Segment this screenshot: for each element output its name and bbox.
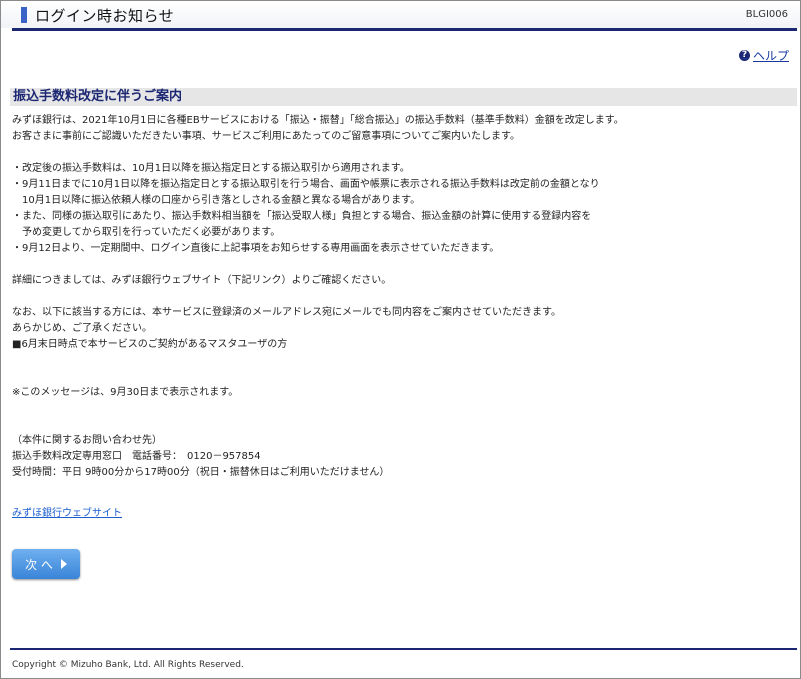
- header-divider: [12, 28, 797, 31]
- intro-line-1: みずほ銀行は、2021年10月1日に各種EBサービスにおける「振込・振替」「総合…: [12, 115, 624, 126]
- bullet-3a: ・また、同様の振込取引にあたり、振込手数料相当額を「振込受取人様」負担とする場合…: [12, 211, 592, 222]
- bullet-2a: ・9月11日までに10月1日以降を振込指定日とする振込取引を行う場合、画面や帳票…: [12, 179, 600, 190]
- section-heading: 振込手数料改定に伴うご案内: [10, 88, 797, 106]
- contact-title: （本件に関するお問い合わせ先）: [12, 435, 162, 446]
- email-note-1: なお、以下に該当する方には、本サービスに登録済のメールアドレス宛にメールでも同内…: [12, 307, 561, 318]
- copyright-text: Copyright © Mizuho Bank, Ltd. All Rights…: [12, 660, 244, 670]
- intro-line-2: お客さまに事前にご認識いただきたい事項、サービスご利用にあたってのご留意事項につ…: [12, 131, 520, 142]
- help-label: ヘルプ: [752, 49, 789, 63]
- screen-code: BLGI006: [745, 9, 788, 20]
- display-until-note: ※このメッセージは、9月30日まで表示されます。: [12, 387, 239, 398]
- footer-divider: [10, 648, 797, 650]
- page-title: ログイン時お知らせ: [35, 7, 175, 25]
- email-note-2: あらかじめ、ご了承ください。: [12, 323, 152, 334]
- triangle-right-icon: [60, 559, 67, 569]
- mizuho-website-link[interactable]: みずほ銀行ウェブサイト: [12, 504, 122, 519]
- help-circle-icon: ?: [738, 50, 750, 61]
- email-note-3: ■6月末日時点で本サービスのご契約があるマスタユーザの方: [12, 339, 288, 350]
- bullet-3b: 予め変更してから取引を行っていただく必要があります。: [12, 227, 281, 238]
- help-link[interactable]: ? ヘルプ: [738, 47, 789, 64]
- bullet-4: ・9月12日より、一定期間中、ログイン直後に上記事項をお知らせする専用画面を表示…: [12, 243, 500, 254]
- header-marker: [21, 7, 27, 23]
- contact-hours: 受付時間：平日 9時00分から17時00分（祝日・振替休日はご利用いただけません…: [12, 467, 390, 478]
- page-header: ログイン時お知らせ BLGI006: [1, 1, 800, 28]
- bullet-2b: 10月1日以降に振込依頼人様の口座から引き落としされる金額と異なる場合があります…: [12, 195, 421, 206]
- next-button[interactable]: 次 へ: [12, 549, 80, 579]
- notice-body: みずほ銀行は、2021年10月1日に各種EBサービスにおける「振込・振替」「総合…: [12, 113, 792, 481]
- next-button-label: 次 へ: [25, 557, 53, 572]
- detail-text: 詳細につきましては、みずほ銀行ウェブサイト（下記リンク）よりご確認ください。: [12, 275, 392, 286]
- contact-desk: 振込手数料改定専用窓口 電話番号： 0120－957854: [12, 451, 261, 462]
- bullet-1: ・改定後の振込手数料は、10月1日以降を振込指定日とする振込取引から適用されます…: [12, 163, 410, 174]
